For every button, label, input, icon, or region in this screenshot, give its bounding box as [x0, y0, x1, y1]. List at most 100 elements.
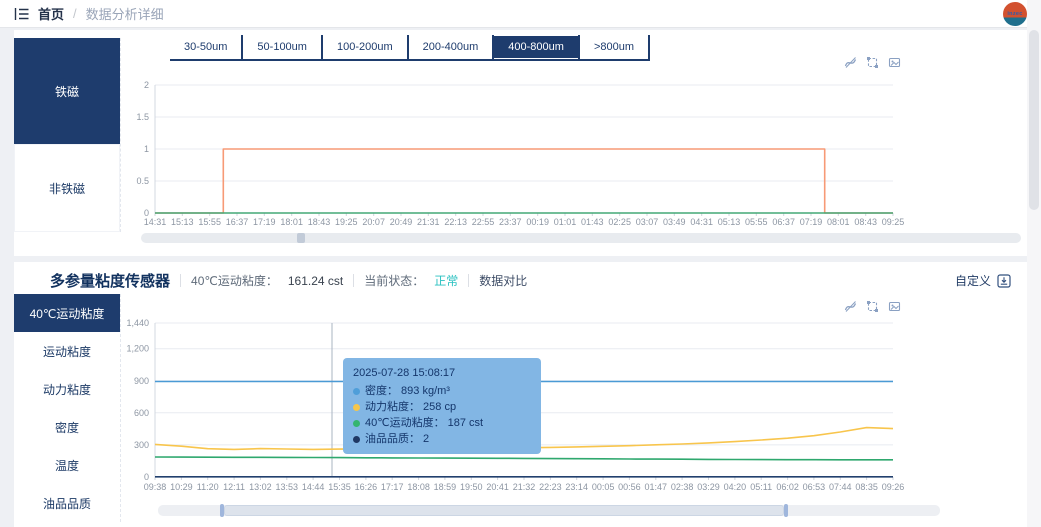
svg-text:01:47: 01:47: [645, 482, 668, 492]
switch-curve-icon[interactable]: [844, 56, 857, 69]
save-image-icon[interactable]: [888, 56, 901, 69]
svg-text:08:01: 08:01: [827, 217, 850, 227]
svg-text:19:25: 19:25: [335, 217, 358, 227]
size-tab->800um[interactable]: >800um: [580, 36, 648, 58]
tooltip-text: 密度： 893 kg/m³: [365, 385, 450, 397]
svg-text:1,200: 1,200: [126, 344, 149, 354]
svg-text:21:31: 21:31: [417, 217, 440, 227]
svg-text:17:19: 17:19: [253, 217, 276, 227]
svg-text:08:35: 08:35: [855, 482, 878, 492]
tooltip-rows: 密度： 893 kg/m³ 动力粘度： 258 cp 40℃运动粘度： 187 cs…: [353, 383, 531, 447]
svg-text:01:43: 01:43: [581, 217, 604, 227]
size-tab-200-400um[interactable]: 200-400um: [409, 36, 493, 58]
datazoom-left-handle[interactable]: [220, 504, 224, 517]
divider: [180, 274, 182, 287]
top-side-tabs: 铁磁 非铁磁: [14, 38, 121, 232]
customize-label: 自定义: [954, 274, 991, 288]
svg-text:00:56: 00:56: [618, 482, 641, 492]
particle-chart-panel: 铁磁 非铁磁 30-50um 50-100um 100-200um 200-400um 4…: [14, 30, 1027, 256]
svg-text:17:17: 17:17: [381, 482, 404, 492]
particle-step-chart[interactable]: 00.511.5214:31 15:13 15:55 16:37 17:19 18:01 1…: [136, 72, 910, 237]
side-tab-运动粘度[interactable]: 运动粘度: [14, 332, 120, 370]
svg-text:03:29: 03:29: [697, 482, 720, 492]
svg-text:00:05: 00:05: [592, 482, 615, 492]
collapse-menu-icon[interactable]: [14, 7, 29, 21]
top-chart-scrollbar[interactable]: [141, 233, 1021, 243]
bottom-chart-datazoom[interactable]: [158, 504, 940, 517]
status-value: 正常: [434, 274, 459, 288]
svg-text:1,440: 1,440: [126, 318, 149, 328]
svg-text:20:07: 20:07: [362, 217, 385, 227]
svg-text:16:26: 16:26: [355, 482, 378, 492]
tooltip-text: 动力粘度： 258 cp: [365, 401, 457, 413]
svg-text:19:50: 19:50: [460, 482, 483, 492]
svg-text:15:35: 15:35: [328, 482, 351, 492]
svg-text:05:11: 05:11: [750, 482, 772, 492]
viscosity-panel-header: 多参量粘度传感器 40℃运动粘度： 161.24 cst 当前状态： 正常 数据…: [14, 262, 1027, 291]
datazoom-window[interactable]: [224, 505, 784, 516]
svg-text:16:37: 16:37: [226, 217, 249, 227]
size-tab-400-800um[interactable]: 400-800um: [494, 36, 578, 58]
side-tab-非铁磁[interactable]: 非铁磁: [14, 144, 120, 232]
svg-text:09:25: 09:25: [882, 217, 905, 227]
metric-label: 40℃运动粘度：: [191, 274, 278, 288]
side-tab-动力粘度[interactable]: 动力粘度: [14, 370, 120, 408]
top-chart-toolbox: [844, 56, 901, 69]
svg-text:22:23: 22:23: [539, 482, 562, 492]
svg-text:11:20: 11:20: [197, 482, 219, 492]
svg-text:05:55: 05:55: [745, 217, 768, 227]
breadcrumb-current: 数据分析详细: [85, 7, 164, 22]
page-scrollbar-thumb[interactable]: [1029, 30, 1039, 210]
tooltip-row: 动力粘度： 258 cp: [353, 399, 531, 415]
svg-text:23:37: 23:37: [499, 217, 522, 227]
customize-button[interactable]: 自定义: [955, 272, 1011, 289]
svg-text:13:02: 13:02: [249, 482, 272, 492]
viscosity-sensor-panel: 多参量粘度传感器 40℃运动粘度： 161.24 cst 当前状态： 正常 数据…: [14, 262, 1027, 527]
size-tab-100-200um[interactable]: 100-200um: [323, 36, 407, 58]
svg-text:18:59: 18:59: [434, 482, 457, 492]
data-compare-link[interactable]: 数据对比: [479, 272, 527, 289]
divider: [353, 274, 355, 287]
svg-text:0.5: 0.5: [136, 176, 149, 186]
svg-text:21:32: 21:32: [513, 482, 536, 492]
size-tab-30-50um[interactable]: 30-50um: [170, 36, 241, 58]
side-tab-铁磁[interactable]: 铁磁: [14, 38, 120, 144]
series-dot-icon: [353, 403, 360, 411]
svg-text:06:53: 06:53: [803, 482, 826, 492]
side-tab-40℃运动粘度[interactable]: 40℃运动粘度: [14, 294, 120, 332]
svg-text:2: 2: [144, 80, 149, 90]
svg-text:18:08: 18:08: [407, 482, 430, 492]
svg-text:18:01: 18:01: [280, 217, 303, 227]
svg-text:22:13: 22:13: [444, 217, 467, 227]
svg-text:02:25: 02:25: [608, 217, 631, 227]
svg-text:09:26: 09:26: [882, 482, 905, 492]
breadcrumb-home[interactable]: 首页: [38, 4, 64, 23]
datazoom-right-handle[interactable]: [784, 504, 788, 517]
metric-value: 161.24 cst: [287, 273, 344, 288]
user-avatar[interactable]: inzec: [1003, 1, 1027, 26]
svg-text:23:14: 23:14: [565, 482, 588, 492]
svg-text:08:43: 08:43: [854, 217, 877, 227]
svg-text:12:11: 12:11: [223, 482, 245, 492]
bottom-side-tabs: 40℃运动粘度 运动粘度 动力粘度 密度 温度 油品品质: [14, 294, 121, 522]
size-tab-50-100um[interactable]: 50-100um: [243, 36, 321, 58]
side-tab-温度[interactable]: 温度: [14, 446, 120, 484]
side-tab-油品品质[interactable]: 油品品质: [14, 484, 120, 522]
svg-text:15:55: 15:55: [198, 217, 221, 227]
svg-text:06:02: 06:02: [776, 482, 799, 492]
chart-tooltip: 2025-07-28 15:08:17 密度： 893 kg/m³ 动力粘度： 2…: [343, 358, 541, 454]
page-scrollbar[interactable]: [1027, 0, 1041, 527]
svg-text:00:19: 00:19: [526, 217, 549, 227]
svg-text:15:13: 15:13: [171, 217, 194, 227]
series-dot-icon: [353, 435, 360, 443]
series-dot-icon: [353, 419, 360, 427]
svg-text:01:01: 01:01: [554, 217, 577, 227]
panel-title: 多参量粘度传感器: [50, 273, 171, 290]
svg-text:02:38: 02:38: [671, 482, 694, 492]
svg-text:10:29: 10:29: [170, 482, 193, 492]
zoom-select-icon[interactable]: [866, 56, 879, 69]
tooltip-timestamp: 2025-07-28 15:08:17: [353, 367, 456, 379]
svg-text:20:41: 20:41: [486, 482, 509, 492]
side-tab-密度[interactable]: 密度: [14, 408, 120, 446]
top-chart-scrollbar-handle[interactable]: [297, 233, 305, 243]
